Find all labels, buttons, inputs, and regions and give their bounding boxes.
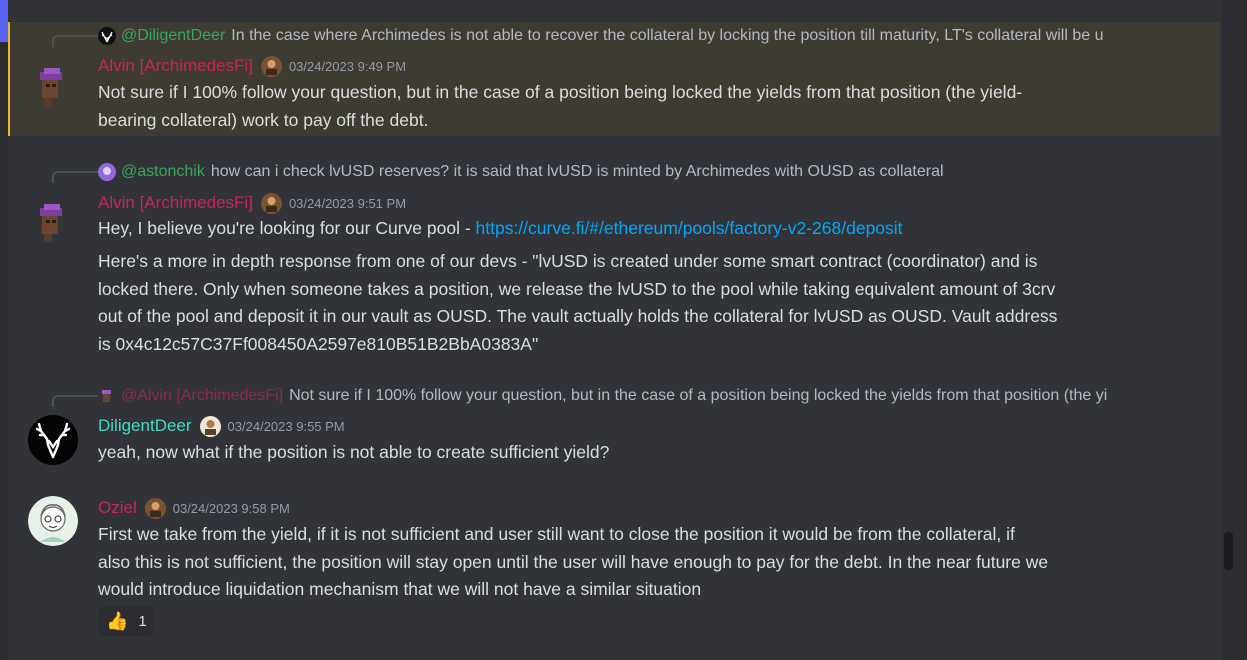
- message-line: would introduce liquidation mechanism th…: [98, 579, 702, 599]
- message-content: Here's a more in depth response from one…: [98, 248, 1208, 358]
- avatar[interactable]: [28, 415, 78, 465]
- reply-preview[interactable]: @astonchik how can i check lvUSD reserve…: [98, 161, 1163, 183]
- reply-connector: [52, 395, 98, 407]
- reply-connector: [52, 171, 98, 183]
- timestamp[interactable]: 03/24/2023 9:51 PM: [289, 196, 406, 211]
- message-content: yeah, now what if the position is not ab…: [98, 439, 1208, 467]
- thumbs-up-icon: 👍: [106, 610, 129, 631]
- reply-username[interactable]: @astonchik: [121, 163, 205, 181]
- message-line: Hey, I believe you're looking for our Cu…: [98, 215, 1208, 243]
- username[interactable]: DiligentDeer: [98, 416, 192, 436]
- message-line: Not sure if I 100% follow your question,…: [98, 82, 1023, 102]
- reply-avatar-astonchik: [98, 163, 116, 181]
- reply-connector: [52, 35, 98, 47]
- message-text: Hey, I believe you're looking for our Cu…: [98, 218, 476, 238]
- message-content: First we take from the yield, if it is n…: [98, 521, 1208, 604]
- message-line: out of the pool and deposit it in our va…: [98, 306, 1058, 326]
- message-line: Here's a more in depth response from one…: [98, 251, 1038, 271]
- username[interactable]: Alvin [ArchimedesFi]: [98, 193, 253, 213]
- unread-indicator: [0, 0, 8, 42]
- reply-username[interactable]: @DiligentDeer: [121, 27, 225, 45]
- message-line: is 0x4c12c57C37Ff008450A2597e810B51B2BbA…: [98, 333, 539, 354]
- curve-pool-link[interactable]: https://curve.fi/#/ethereum/pools/factor…: [476, 218, 903, 238]
- reply-text: In the case where Archimedes is not able…: [231, 27, 1104, 44]
- message-line: also this is not sufficient, the positio…: [98, 551, 1049, 572]
- reply-avatar-deer: [98, 27, 116, 45]
- reply-text: how can i check lvUSD reserves? it is sa…: [210, 163, 944, 180]
- message-line: bearing collateral) work to pay off the …: [98, 109, 429, 130]
- avatar[interactable]: [28, 58, 78, 108]
- reply-avatar-alvin: [98, 387, 116, 405]
- timestamp[interactable]: 03/24/2023 9:55 PM: [228, 419, 345, 434]
- message-line: locked there. Only when someone takes a …: [98, 278, 1056, 299]
- username[interactable]: Alvin [ArchimedesFi]: [98, 56, 253, 76]
- message-content: Hey, I believe you're looking for our Cu…: [98, 215, 1208, 243]
- reply-username[interactable]: @Alvin [ArchimedesFi]: [121, 387, 283, 405]
- reply-preview[interactable]: @Alvin [ArchimedesFi] Not sure if I 100%…: [98, 385, 1163, 407]
- message-content: Not sure if I 100% follow your question,…: [98, 79, 1208, 134]
- avatar[interactable]: [28, 194, 78, 244]
- avatar[interactable]: [28, 496, 78, 546]
- reply-preview[interactable]: @DiligentDeer In the case where Archimed…: [98, 25, 1163, 47]
- role-icon: [144, 497, 166, 519]
- scrollbar-thumb[interactable]: [1224, 532, 1233, 570]
- reaction-thumbs-up[interactable]: 👍 1: [98, 606, 154, 636]
- channel-edge: [0, 0, 8, 660]
- username[interactable]: Oziel: [98, 498, 137, 518]
- message-line: First we take from the yield, if it is n…: [98, 524, 1015, 544]
- timestamp[interactable]: 03/24/2023 9:49 PM: [289, 59, 406, 74]
- role-icon: [199, 415, 221, 437]
- timestamp[interactable]: 03/24/2023 9:58 PM: [173, 501, 290, 516]
- reaction-count: 1: [138, 612, 147, 630]
- role-icon: [260, 192, 282, 214]
- message-line: yeah, now what if the position is not ab…: [98, 442, 610, 462]
- role-icon: [260, 55, 282, 77]
- reply-text: Not sure if I 100% follow your question,…: [289, 387, 1108, 404]
